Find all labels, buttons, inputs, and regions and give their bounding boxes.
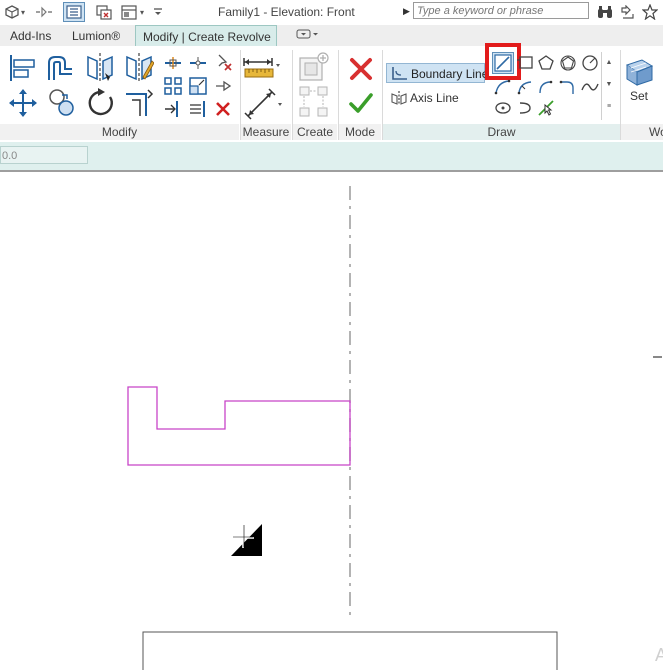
- move-icon[interactable]: [8, 88, 38, 118]
- spline-icon[interactable]: [581, 78, 599, 96]
- trim-extend-corner-icon[interactable]: [124, 88, 154, 118]
- pin-icon[interactable]: [214, 79, 232, 93]
- rectangle-icon[interactable]: [516, 55, 534, 71]
- trim-extend-single-icon[interactable]: [164, 100, 182, 118]
- circumscribed-polygon-icon[interactable]: [559, 54, 577, 72]
- scroll-up-icon[interactable]: ▲: [602, 52, 616, 74]
- rotate-icon[interactable]: [86, 88, 116, 118]
- create-similar-icon[interactable]: [299, 52, 329, 82]
- drawing-canvas[interactable]: [0, 172, 663, 670]
- watermark-glyph: A: [655, 645, 663, 665]
- quick-access-toolbar: ▾ ▾ Family1 - Elevation: Front ▶: [0, 0, 663, 26]
- tab-lumion[interactable]: Lumion®: [72, 29, 120, 43]
- app-icon[interactable]: [4, 3, 20, 21]
- split-with-gap-icon[interactable]: [189, 55, 207, 71]
- partial-ellipse-icon[interactable]: [516, 100, 534, 116]
- set-work-plane-icon[interactable]: [624, 57, 654, 87]
- unpin-icon[interactable]: [214, 53, 232, 71]
- binoculars-icon[interactable]: [596, 3, 614, 21]
- scale-icon[interactable]: [189, 77, 207, 95]
- boundary-line-icon: [392, 67, 407, 80]
- search-expand-icon[interactable]: ▶: [403, 6, 410, 17]
- close-hidden-windows-icon[interactable]: [95, 3, 113, 21]
- offset-icon[interactable]: [45, 53, 75, 83]
- boundary-line-label: Boundary Line: [411, 67, 489, 81]
- panel-label-modify: Modify: [0, 124, 239, 140]
- pick-lines-icon[interactable]: [537, 99, 555, 117]
- split-element-icon[interactable]: [164, 55, 182, 71]
- cancel-edit-mode-icon[interactable]: [349, 57, 373, 81]
- panel-label-draw: Draw: [487, 125, 516, 139]
- tangent-end-arc-icon[interactable]: [537, 78, 555, 96]
- copy-icon[interactable]: [48, 88, 76, 118]
- viewcube-edge[interactable]: [653, 356, 662, 358]
- panel-label-mode: Mode: [339, 124, 381, 140]
- tab-modify-create-revolve[interactable]: Modify | Create Revolve: [135, 25, 277, 46]
- sync-icon[interactable]: [32, 3, 56, 21]
- panel-label-create: Create: [293, 124, 337, 140]
- signin-icon[interactable]: [618, 3, 636, 21]
- ribbon-tab-bar: Add-Ins Lumion® Modify | Create Revolve: [0, 25, 663, 47]
- ellipse-icon[interactable]: [494, 100, 512, 116]
- panel-label-measure: Measure: [241, 124, 291, 140]
- app-menu-chevron-icon[interactable]: ▾: [21, 3, 25, 21]
- scroll-down-icon[interactable]: ▼: [602, 74, 616, 96]
- tab-add-ins[interactable]: Add-Ins: [10, 29, 51, 43]
- tab-modify-create-revolve-label: Modify | Create Revolve: [143, 30, 271, 44]
- star-icon[interactable]: [641, 3, 659, 21]
- delete-icon[interactable]: [214, 100, 232, 118]
- customize-qat-icon[interactable]: [153, 3, 163, 21]
- draw-cursor-icon: [231, 524, 262, 556]
- mirror-draw-axis-icon[interactable]: [124, 51, 154, 83]
- fillet-arc-icon[interactable]: [559, 78, 577, 96]
- boundary-line-button[interactable]: Boundary Line: [386, 63, 489, 83]
- window-title: Family1 - Elevation: Front: [218, 5, 355, 19]
- start-end-radius-arc-icon[interactable]: [494, 78, 512, 96]
- switch-windows-icon[interactable]: [120, 3, 138, 21]
- options-value-field[interactable]: 0.0: [0, 146, 88, 164]
- trim-extend-multiple-icon[interactable]: [189, 100, 207, 118]
- inscribed-polygon-icon[interactable]: [537, 54, 555, 72]
- finish-edit-mode-icon[interactable]: [349, 92, 373, 114]
- switch-windows-chevron-icon[interactable]: ▾: [140, 3, 144, 21]
- center-ends-arc-icon[interactable]: [516, 78, 534, 96]
- panel-label-work-plane: Wo: [621, 124, 663, 140]
- array-icon[interactable]: [164, 77, 182, 95]
- axis-line-button[interactable]: Axis Line: [386, 88, 476, 108]
- mirror-pick-axis-icon[interactable]: [85, 51, 115, 83]
- thin-lines-icon[interactable]: [63, 2, 85, 22]
- axis-line-icon: [391, 91, 407, 105]
- draw-gallery-scroll[interactable]: ▲ ▼ ≡: [601, 52, 616, 120]
- search-input[interactable]: [413, 2, 589, 19]
- set-label[interactable]: Set: [630, 89, 648, 103]
- axis-line-label: Axis Line: [410, 91, 459, 105]
- measure-between-references-icon[interactable]: [242, 57, 282, 81]
- revolve-sketch-profile[interactable]: [127, 386, 351, 466]
- align-icon[interactable]: [8, 53, 38, 83]
- panel-toggle-icon[interactable]: [296, 29, 318, 40]
- create-group-icon[interactable]: [299, 86, 329, 120]
- level-extent-rectangle[interactable]: [142, 631, 558, 670]
- options-bar: [0, 142, 663, 171]
- aligned-dimension-icon[interactable]: [244, 88, 284, 120]
- gallery-expand-icon[interactable]: ≡: [602, 96, 616, 118]
- circle-icon[interactable]: [581, 54, 599, 72]
